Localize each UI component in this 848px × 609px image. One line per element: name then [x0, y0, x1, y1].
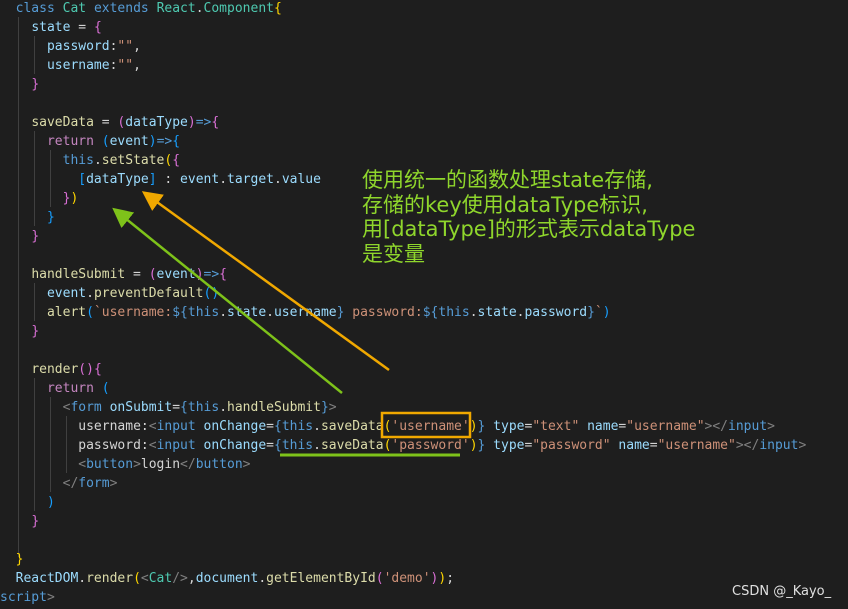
annotation-text: 使用统一的函数处理state存储, 存储的key使用dataType标识, 用[…	[362, 168, 782, 266]
arrow-green	[112, 207, 343, 394]
annotation-line: 使用统一的函数处理state存储,	[362, 168, 653, 192]
watermark: CSDN @_Kayo_	[732, 584, 832, 599]
annotation-line: 用[dataType]的形式表示dataType	[362, 217, 696, 241]
highlight-box-username	[380, 411, 472, 439]
annotation-line: 存储的key使用dataType标识,	[362, 192, 648, 217]
annotation-overlay	[112, 191, 472, 457]
arrow-orange	[141, 191, 390, 372]
annotation-line: 是变量	[362, 241, 425, 266]
